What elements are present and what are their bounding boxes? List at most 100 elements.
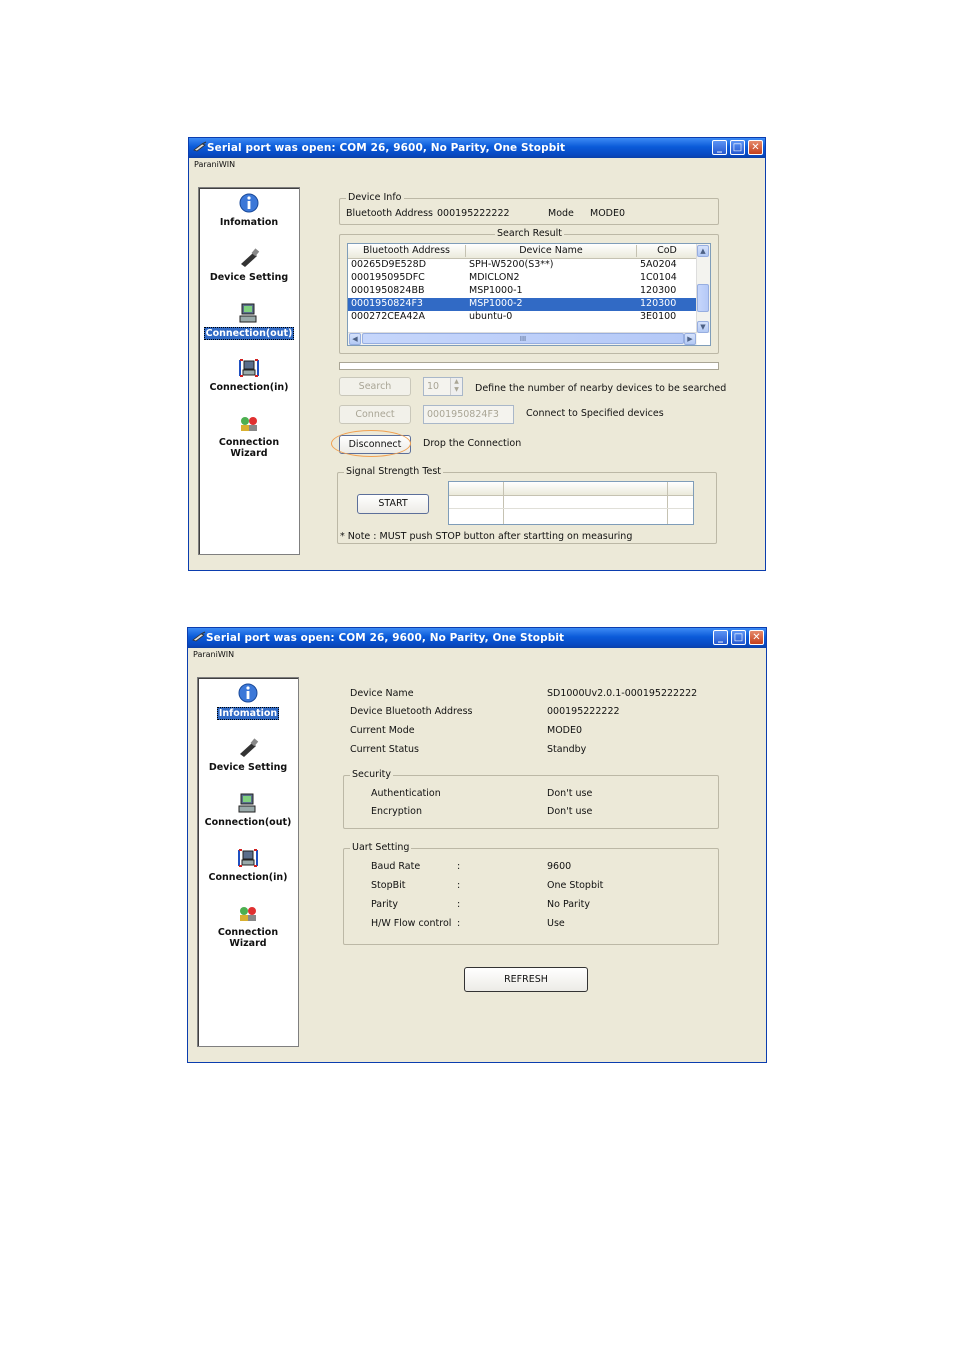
search-count-value: 10: [427, 381, 440, 392]
sidebar-item-label: Connection(out): [204, 817, 292, 828]
uart-sep: :: [457, 899, 461, 910]
close-button[interactable]: ✕: [749, 630, 764, 645]
signal-note: * Note : MUST push STOP button after sta…: [340, 531, 633, 542]
computer-out-icon: [239, 303, 257, 323]
paraniwin-window-connection-out: Serial port was open: COM 26, 9600, No P…: [188, 137, 766, 571]
info-icon: [238, 683, 258, 703]
app-icon: [193, 141, 207, 152]
minimize-button[interactable]: _: [713, 630, 728, 645]
paraniwin-window-information: Serial port was open: COM 26, 9600, No P…: [187, 627, 767, 1063]
app-icon: [192, 631, 206, 642]
table-row[interactable]: 00265D9E528D SPH-W5200(S3**) 5A0204: [348, 259, 697, 272]
disconnect-description: Drop the Connection: [423, 438, 522, 449]
cell-name: MDICLON2: [469, 272, 520, 283]
usb-dongle-icon: [241, 248, 260, 267]
sidebar-item-connection-in[interactable]: Connection(in): [199, 357, 299, 393]
table-row[interactable]: 000272CEA42A ubuntu-0 3E0100: [348, 311, 697, 324]
info-value-bt-address: 000195222222: [547, 706, 620, 717]
cell-address: 0001950824BB: [351, 285, 425, 296]
computer-in-icon: [238, 849, 258, 867]
title-bar[interactable]: Serial port was open: COM 26, 9600, No P…: [188, 628, 766, 648]
cell-address: 0001950824F3: [351, 298, 423, 309]
scroll-thumb[interactable]: [697, 284, 709, 312]
horizontal-scrollbar[interactable]: ◀ III ▶: [348, 332, 697, 345]
security-value-encryption: Don't use: [547, 806, 593, 817]
table-row[interactable]: 000195095DFC MDICLON2 1C0104: [348, 272, 697, 285]
column-header-device-name[interactable]: Device Name: [466, 245, 637, 257]
sidebar-item-device-setting[interactable]: Device Setting: [199, 247, 299, 283]
table-row[interactable]: 0001950824BB MSP1000-1 120300: [348, 285, 697, 298]
maximize-button[interactable]: □: [731, 630, 746, 645]
table-row-selected[interactable]: 0001950824F3 MSP1000-2 120300: [348, 298, 697, 311]
scroll-right-arrow-icon[interactable]: ▶: [684, 333, 696, 345]
sidebar-item-connection-in[interactable]: Connection(in): [198, 847, 298, 883]
scroll-thumb[interactable]: III: [362, 333, 684, 344]
search-result-list[interactable]: Bluetooth Address Device Name CoD 00265D…: [347, 243, 711, 346]
cell-cod: 3E0100: [640, 311, 677, 322]
group-title: Device Info: [346, 192, 404, 203]
grid-divider: [667, 482, 668, 524]
highlight-ellipse: [331, 430, 411, 457]
sidebar-item-label: Connection(in): [208, 872, 288, 883]
connect-button[interactable]: Connect: [339, 405, 411, 424]
info-label-current-status: Current Status: [350, 744, 419, 755]
window-title: Serial port was open: COM 26, 9600, No P…: [207, 142, 566, 154]
grid-row-line: [449, 508, 693, 509]
sidebar-item-connection-wizard[interactable]: Connection Wizard: [198, 902, 298, 949]
column-header-bt-address[interactable]: Bluetooth Address: [348, 245, 466, 257]
sidebar-item-information[interactable]: Infomation: [198, 682, 298, 720]
maximize-button[interactable]: □: [730, 140, 745, 155]
scroll-up-arrow-icon[interactable]: ▲: [697, 245, 709, 257]
bt-address-value: 000195222222: [437, 208, 510, 219]
list-header: Bluetooth Address Device Name CoD: [348, 244, 710, 259]
connect-address-field[interactable]: 0001950824F3: [423, 405, 514, 424]
sidebar-item-connection-out[interactable]: Connection(out): [198, 792, 298, 828]
menu-bar: ParaniWIN: [189, 158, 765, 172]
spinner-arrows-icon[interactable]: ▲ ▼: [450, 378, 462, 395]
refresh-button[interactable]: REFRESH: [464, 967, 588, 992]
sidebar-item-label: Connection(out): [203, 327, 295, 340]
signal-strength-group: Signal Strength Test START * Note : MUST…: [337, 466, 717, 544]
title-bar[interactable]: Serial port was open: COM 26, 9600, No P…: [189, 138, 765, 158]
search-description: Define the number of nearby devices to b…: [475, 383, 727, 394]
sidebar-item-connection-out[interactable]: Connection(out): [199, 302, 299, 340]
vertical-scrollbar[interactable]: ▲ ▼: [696, 244, 710, 333]
search-result-group: Search Result Bluetooth Address Device N…: [339, 228, 719, 354]
usb-dongle-icon: [240, 738, 259, 757]
close-button[interactable]: ✕: [748, 140, 763, 155]
menu-bar: ParaniWIN: [188, 648, 766, 662]
sidebar-item-connection-wizard[interactable]: Connection Wizard: [199, 412, 299, 459]
grid-header: [449, 482, 693, 496]
cell-cod: 120300: [640, 285, 677, 296]
scroll-left-arrow-icon[interactable]: ◀: [349, 333, 361, 345]
search-button[interactable]: Search: [339, 377, 411, 396]
cell-name: SPH-W5200(S3**): [469, 259, 554, 270]
info-icon: [239, 193, 259, 213]
grid-divider: [503, 482, 504, 524]
info-value-device-name: SD1000Uv2.0.1-000195222222: [547, 688, 698, 699]
group-title: Security: [350, 769, 394, 780]
menu-paraniwin[interactable]: ParaniWIN: [193, 650, 234, 659]
sidebar-item-label: Device Setting: [209, 272, 289, 283]
cell-address: 000195095DFC: [351, 272, 425, 283]
security-label-authentication: Authentication: [371, 788, 441, 799]
menu-paraniwin[interactable]: ParaniWIN: [194, 160, 235, 169]
uart-label-flow-control: H/W Flow control: [371, 918, 452, 929]
search-count-spinner[interactable]: 10 ▲ ▼: [423, 377, 463, 396]
progress-bar: [339, 362, 719, 370]
scroll-down-arrow-icon[interactable]: ▼: [697, 321, 709, 333]
minimize-button[interactable]: _: [712, 140, 727, 155]
sidebar-item-device-setting[interactable]: Device Setting: [198, 737, 298, 773]
column-header-cod[interactable]: CoD: [637, 245, 697, 257]
sidebar: Infomation Device Setting Connection(out…: [198, 187, 300, 555]
start-button[interactable]: START: [357, 494, 429, 514]
sidebar-item-information[interactable]: Infomation: [199, 192, 299, 228]
security-label-encryption: Encryption: [371, 806, 423, 817]
sidebar: Infomation Device Setting Connection(out…: [197, 677, 299, 1047]
connect-description: Connect to Specified devices: [526, 408, 664, 419]
uart-value-stopbit: One Stopbit: [547, 880, 604, 891]
uart-sep: :: [457, 918, 461, 929]
info-value-current-status: Standby: [547, 744, 587, 755]
cell-name: MSP1000-1: [469, 285, 523, 296]
connect-address-value: 0001950824F3: [427, 409, 499, 420]
